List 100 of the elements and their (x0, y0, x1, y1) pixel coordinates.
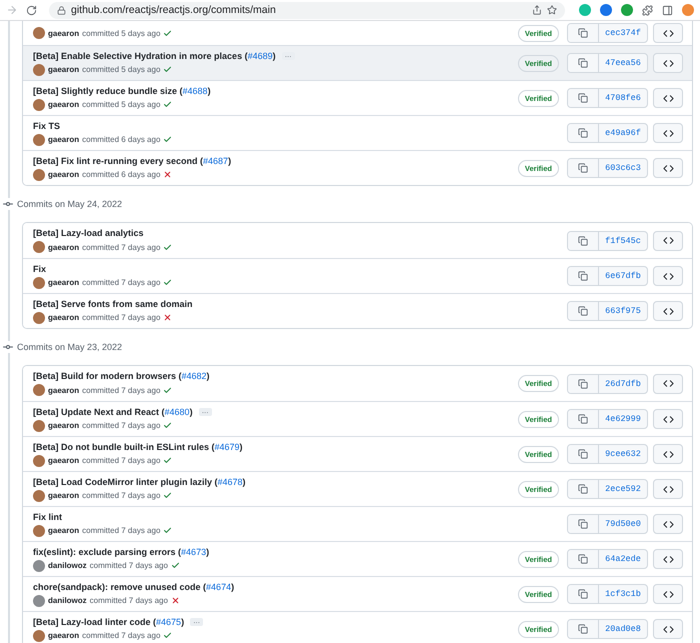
check-icon[interactable] (163, 526, 172, 535)
browse-code-button[interactable] (653, 374, 683, 394)
extension-icon[interactable] (600, 4, 612, 16)
browse-code-button[interactable] (653, 444, 683, 464)
commit-title[interactable]: fix(eslint): exclude parsing errors (#4673) (33, 546, 210, 556)
author-link[interactable]: gaearon (48, 421, 80, 430)
commit-title[interactable]: [Beta] Update Next and React (#4680) (33, 406, 193, 416)
avatar[interactable] (33, 241, 45, 253)
avatar[interactable] (33, 630, 45, 642)
check-icon[interactable] (170, 561, 180, 570)
avatar[interactable] (33, 560, 45, 572)
reload-icon[interactable] (26, 4, 37, 16)
author-link[interactable]: gaearon (48, 456, 80, 465)
pull-request-link[interactable]: #4689 (248, 50, 273, 60)
browse-code-button[interactable] (653, 158, 683, 178)
author-link[interactable]: gaearon (48, 526, 80, 535)
cross-icon[interactable] (170, 596, 180, 605)
browse-code-button[interactable] (653, 266, 683, 286)
check-icon[interactable] (163, 278, 172, 287)
cross-icon[interactable] (163, 313, 172, 322)
pull-request-link[interactable]: #4688 (182, 86, 208, 96)
pull-request-link[interactable]: #4673 (181, 546, 206, 556)
author-link[interactable]: gaearon (48, 278, 80, 287)
check-icon[interactable] (163, 242, 172, 252)
check-icon[interactable] (163, 421, 172, 430)
copy-button[interactable] (568, 585, 599, 603)
avatar[interactable] (33, 98, 45, 110)
browse-code-button[interactable] (653, 88, 683, 108)
avatar[interactable] (33, 490, 45, 502)
browse-code-button[interactable] (653, 619, 683, 639)
browse-code-button[interactable] (653, 409, 683, 429)
copy-button[interactable] (568, 159, 599, 177)
author-link[interactable]: gaearon (48, 491, 80, 500)
pull-request-link[interactable]: #4680 (164, 406, 190, 416)
copy-button[interactable] (568, 410, 599, 428)
avatar[interactable] (33, 384, 45, 396)
author-link[interactable]: gaearon (48, 100, 80, 109)
author-link[interactable]: gaearon (48, 65, 80, 74)
commit-title[interactable]: chore(sandpack): remove unused code (#4674) (33, 582, 234, 592)
check-icon[interactable] (163, 491, 172, 500)
check-icon[interactable] (163, 631, 172, 640)
side-panel-icon[interactable] (662, 4, 673, 16)
pull-request-link[interactable]: #4678 (218, 476, 243, 486)
avatar[interactable] (33, 276, 45, 288)
author-link[interactable]: gaearon (48, 242, 80, 252)
author-link[interactable]: danilowoz (48, 596, 87, 605)
avatar[interactable] (33, 27, 45, 39)
commit-title[interactable]: [Beta] Build for modern browsers (#4682) (33, 371, 210, 381)
pull-request-link[interactable]: #4674 (206, 582, 232, 592)
commit-title[interactable]: [Beta] Enable Selective Hydration in more places (#4689) (33, 50, 276, 60)
browse-code-button[interactable] (653, 584, 683, 604)
author-link[interactable]: gaearon (48, 170, 80, 179)
pull-request-link[interactable]: #4675 (156, 616, 182, 626)
commit-title[interactable]: Fix lint (33, 512, 62, 522)
browse-code-button[interactable] (653, 479, 683, 499)
copy-button[interactable] (568, 89, 599, 107)
browse-code-button[interactable] (653, 23, 683, 43)
browse-code-button[interactable] (653, 301, 683, 321)
commit-title[interactable]: [Beta] Slightly reduce bundle size (#4688) (33, 86, 211, 96)
bookmark-star-icon[interactable] (547, 5, 557, 15)
check-icon[interactable] (163, 65, 172, 74)
avatar[interactable] (33, 312, 45, 324)
commit-title[interactable]: Fix TS (33, 120, 60, 130)
avatar[interactable] (33, 524, 45, 536)
browse-code-button[interactable] (653, 53, 683, 73)
author-link[interactable]: gaearon (48, 386, 80, 394)
avatar[interactable] (33, 64, 45, 76)
address-bar[interactable]: github.com/reactjs/reactjs.org/commits/main (49, 2, 565, 18)
puzzle-icon[interactable] (642, 4, 653, 16)
author-link[interactable]: gaearon (48, 313, 80, 322)
check-icon[interactable] (163, 386, 172, 394)
pull-request-link[interactable]: #4687 (203, 156, 228, 166)
share-icon[interactable] (532, 5, 542, 15)
author-link[interactable]: gaearon (48, 631, 80, 640)
copy-button[interactable] (568, 302, 599, 320)
browse-code-button[interactable] (653, 123, 683, 143)
pull-request-link[interactable]: #4679 (214, 442, 240, 452)
copy-button[interactable] (568, 515, 599, 533)
copy-button[interactable] (568, 24, 599, 42)
copy-button[interactable] (568, 54, 599, 72)
commit-title[interactable]: Fix (33, 264, 46, 274)
copy-button[interactable] (568, 620, 599, 638)
avatar[interactable] (33, 454, 45, 466)
avatar[interactable] (33, 168, 45, 180)
browse-code-button[interactable] (653, 230, 683, 250)
copy-button[interactable] (568, 124, 599, 142)
author-link[interactable]: gaearon (48, 28, 80, 38)
avatar[interactable] (33, 420, 45, 432)
avatar[interactable] (33, 134, 45, 146)
author-link[interactable]: danilowoz (48, 561, 87, 570)
browse-code-button[interactable] (653, 514, 683, 534)
commit-title[interactable]: [Beta] Fix lint re-running every second (#4687) (33, 156, 232, 166)
pull-request-link[interactable]: #4682 (182, 371, 207, 381)
check-icon[interactable] (163, 100, 172, 109)
commit-title[interactable]: [Beta] Lazy-load analytics (33, 228, 144, 238)
check-icon[interactable] (163, 456, 172, 465)
commit-title[interactable]: [Beta] Lazy-load linter code (#4675) (33, 616, 184, 626)
copy-button[interactable] (568, 445, 599, 463)
browse-code-button[interactable] (653, 549, 683, 569)
avatar[interactable] (33, 594, 45, 606)
